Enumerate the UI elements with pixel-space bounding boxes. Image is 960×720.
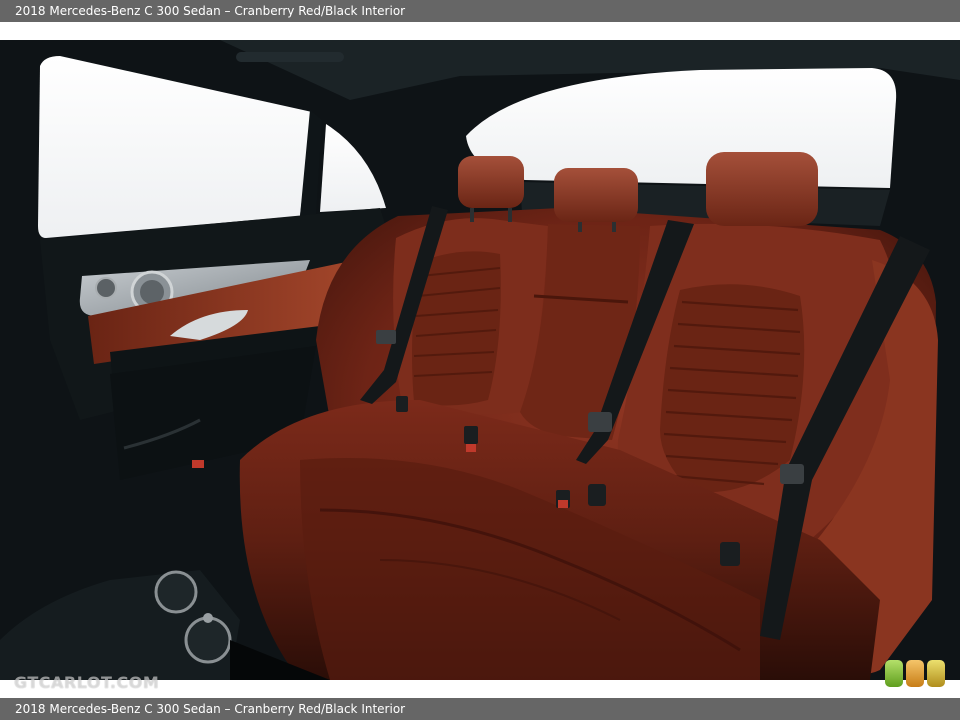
car-interior-photo xyxy=(0,40,960,680)
grab-handle xyxy=(236,52,344,62)
rear-air-vent-right xyxy=(184,616,232,664)
badge-green xyxy=(885,660,903,687)
isofix-anchor xyxy=(588,484,606,506)
badge-orange xyxy=(906,660,924,687)
caption-bottom-text: 2018 Mercedes-Benz C 300 Sedan – Cranber… xyxy=(15,702,406,716)
right-headrest xyxy=(706,152,818,226)
buckle-receiver xyxy=(464,426,478,444)
watermark-logo: GTCARLOT.COM xyxy=(14,673,160,692)
caption-top-bar: 2018 Mercedes-Benz C 300 Sedan – Cranber… xyxy=(0,0,960,22)
badge-gold xyxy=(927,660,945,687)
buckle-receiver xyxy=(396,396,408,412)
caption-bottom-bar: 2018 Mercedes-Benz C 300 Sedan – Cranber… xyxy=(0,698,960,720)
right-belt-buckle xyxy=(780,464,804,484)
door-lock-button xyxy=(95,277,117,299)
center-headrest xyxy=(554,168,638,222)
caption-top-text: 2018 Mercedes-Benz C 300 Sedan – Cranber… xyxy=(15,4,406,18)
rear-air-vent-left xyxy=(154,570,198,614)
left-belt-buckle xyxy=(376,330,396,344)
left-headrest xyxy=(458,156,524,208)
isofix-anchor xyxy=(720,542,740,566)
center-belt-buckle xyxy=(588,412,612,432)
